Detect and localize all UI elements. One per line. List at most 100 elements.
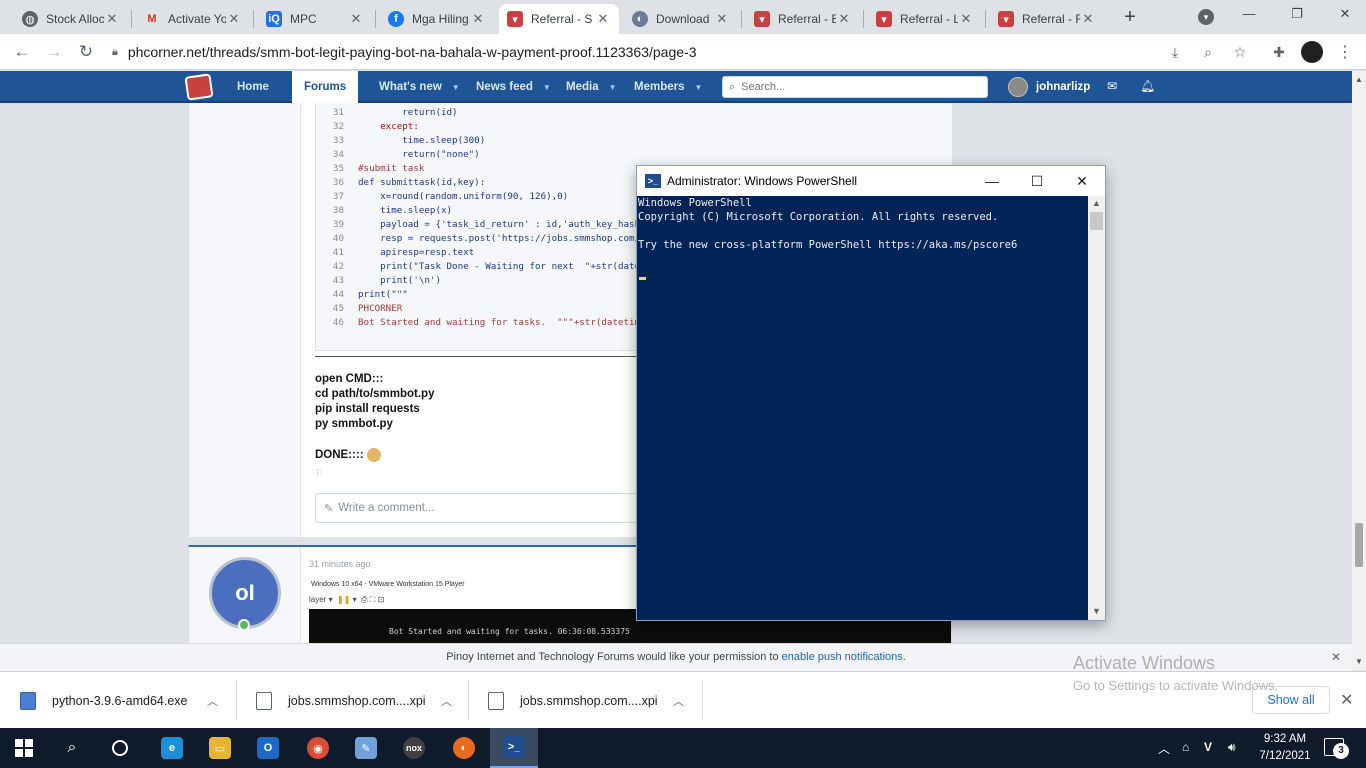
enable-notifications-link[interactable]: enable push notifications. [782,651,906,663]
start-button[interactable] [0,728,48,768]
browser-menu-icon[interactable]: ⋮ [1337,42,1353,62]
nav-username[interactable]: johnarlizp [1036,71,1090,103]
scroll-up-icon[interactable]: ▲ [1088,198,1105,208]
taskbar-app-nox[interactable]: nox [390,728,438,768]
vm-console-text: Bot Started and waiting for tasks. 06:36… [389,627,630,636]
tab-mpc[interactable]: iQ MPC ✕ [258,4,372,34]
envelope-icon[interactable]: ✉ [1107,79,1117,93]
system-clock[interactable]: 9:32 AM 7/12/2021 [1254,731,1316,765]
scroll-down-icon[interactable]: ▼ [1352,657,1366,666]
maximize-icon[interactable]: ☐ [1014,170,1060,192]
page-scrollbar[interactable]: ▲ ▼ [1352,71,1366,670]
tab-activate[interactable]: M Activate Yo ✕ [136,4,250,34]
back-arrow-icon[interactable]: ← [12,42,32,62]
forward-arrow-icon[interactable]: → [44,42,64,62]
cortana-button[interactable] [96,728,144,768]
download-item[interactable]: jobs.smmshop.com....xpi ︿ [256,672,466,729]
search-button[interactable]: ⌕ [48,728,96,768]
vmware-tray-icon[interactable]: V [1204,740,1212,754]
close-tab-icon[interactable]: ✕ [470,11,486,27]
download-item[interactable]: python-3.9.6-amd64.exe ︿ [20,672,230,729]
bell-icon[interactable]: 🔔︎ [1140,79,1155,93]
phcorner-icon: ▾ [998,11,1014,27]
close-tab-icon[interactable]: ✕ [226,11,242,27]
tab-referral-l[interactable]: ▾ Referral - L ✕ [868,4,982,34]
tab-stock-alloc[interactable]: ◍ Stock Alloc ✕ [14,4,128,34]
powershell-title: Administrator: Windows PowerShell [667,174,858,188]
nav-news-feed[interactable]: News feed ▼ [476,71,551,103]
restore-window-icon[interactable]: ❐ [1282,6,1312,26]
powershell-console[interactable]: Windows PowerShell Copyright (C) Microso… [637,196,1088,620]
console-scrollbar[interactable]: ▲ ▼ [1088,196,1105,620]
powershell-titlebar[interactable]: >_ Administrator: Windows PowerShell — ☐… [637,166,1105,196]
extensions-puzzle-icon[interactable]: ✚ [1270,43,1288,61]
device-icon[interactable]: ⌂ [1182,740,1189,754]
post-author-column [189,103,301,537]
chevron-up-icon[interactable]: ︿ [207,693,218,709]
nav-forums[interactable]: Forums [292,71,359,103]
close-tab-icon[interactable]: ✕ [836,11,852,27]
nav-home[interactable]: Home [237,71,269,103]
tab-referral-e[interactable]: ▾ Referral - E ✕ [746,4,860,34]
close-window-icon[interactable]: ✕ [1330,6,1360,26]
post-timestamp[interactable]: 31 minutes ago [309,559,371,569]
nav-members[interactable]: Members ▼ [634,71,702,103]
nav-whats-new[interactable]: What's new ▼ [379,71,460,103]
site-search-box[interactable]: ⌕ [722,76,988,98]
reload-icon[interactable]: ↻ [76,42,96,62]
installer-file-icon [20,691,36,710]
scroll-down-icon[interactable]: ▼ [1088,606,1105,616]
taskbar-app-chrome[interactable]: ◉ [294,728,342,768]
site-navigation: Home Forums What's new ▼ News feed ▼ Media… [0,71,1352,103]
download-item[interactable]: jobs.smmshop.com....xpi ︿ [488,672,698,729]
tab-referral-active[interactable]: ▾ Referral - S ✕ [499,4,619,34]
minimize-icon[interactable]: — [969,170,1015,192]
report-flag-icon[interactable]: ⚐ [315,468,323,479]
phcorner-logo[interactable] [184,73,214,101]
folder-icon: ▭ [209,737,231,759]
close-tab-icon[interactable]: ✕ [595,11,611,27]
chevron-up-icon[interactable]: ︿ [673,693,684,709]
volume-icon[interactable]: 🔊︎ [1228,740,1236,755]
minimize-window-icon[interactable]: — [1234,6,1264,26]
taskbar-app-explorer[interactable]: ▭ [196,728,244,768]
action-center-button[interactable]: 3 [1324,738,1349,759]
tab-referral-f[interactable]: ▾ Referral - F ✕ [990,4,1104,34]
close-tab-icon[interactable]: ✕ [958,11,974,27]
profile-avatar[interactable] [1301,41,1323,63]
close-tab-icon[interactable]: ✕ [348,11,364,27]
taskbar-app-outlook[interactable]: O [244,728,292,768]
powershell-window[interactable]: >_ Administrator: Windows PowerShell — ☐… [636,165,1106,621]
tab-mga-hiling[interactable]: f Mga Hiling ✕ [380,4,494,34]
show-hidden-icons-icon[interactable]: ︿ [1158,740,1170,757]
scrollbar-thumb[interactable] [1090,212,1103,230]
search-icon: ⌕ [67,739,77,756]
tab-download[interactable]: ◐ Download ✕ [624,4,738,34]
close-shelf-icon[interactable]: ✕ [1340,690,1353,710]
taskbar-app-firefox[interactable]: ◐ [440,728,488,768]
scrollbar-thumb[interactable] [1355,523,1363,567]
install-app-icon[interactable]: ⤓ [1166,43,1184,61]
taskbar-app-edge[interactable]: e [148,728,196,768]
phcorner-icon: ▾ [754,11,770,27]
bookmark-star-icon[interactable]: ☆ [1231,43,1249,61]
scroll-up-icon[interactable]: ▲ [1352,75,1366,84]
taskbar-app-powershell[interactable]: >_ [490,728,538,768]
taskbar-app-notepad[interactable]: ✎ [342,728,390,768]
tab-search-icon[interactable]: ▾ [1198,9,1214,25]
new-tab-button[interactable]: + [1119,6,1141,28]
close-banner-icon[interactable]: ✕ [1331,644,1341,670]
close-tab-icon[interactable]: ✕ [104,11,120,27]
user-avatar[interactable] [1008,77,1028,97]
close-icon[interactable]: ✕ [1059,170,1105,192]
close-tab-icon[interactable]: ✕ [714,11,730,27]
firefox-icon: ◐ [453,737,475,759]
chevron-up-icon[interactable]: ︿ [441,693,452,709]
close-tab-icon[interactable]: ✕ [1080,11,1096,27]
download-site-icon: ◐ [632,11,648,27]
site-search-input[interactable] [741,81,972,93]
address-bar[interactable]: 🔒︎ phcorner.net/threads/smm-bot-legit-pa… [112,39,1262,65]
nav-media[interactable]: Media ▼ [566,71,617,103]
notification-text: Pinoy Internet and Technology Forums wou… [446,651,782,663]
zoom-icon[interactable]: ⌕ [1199,43,1217,61]
